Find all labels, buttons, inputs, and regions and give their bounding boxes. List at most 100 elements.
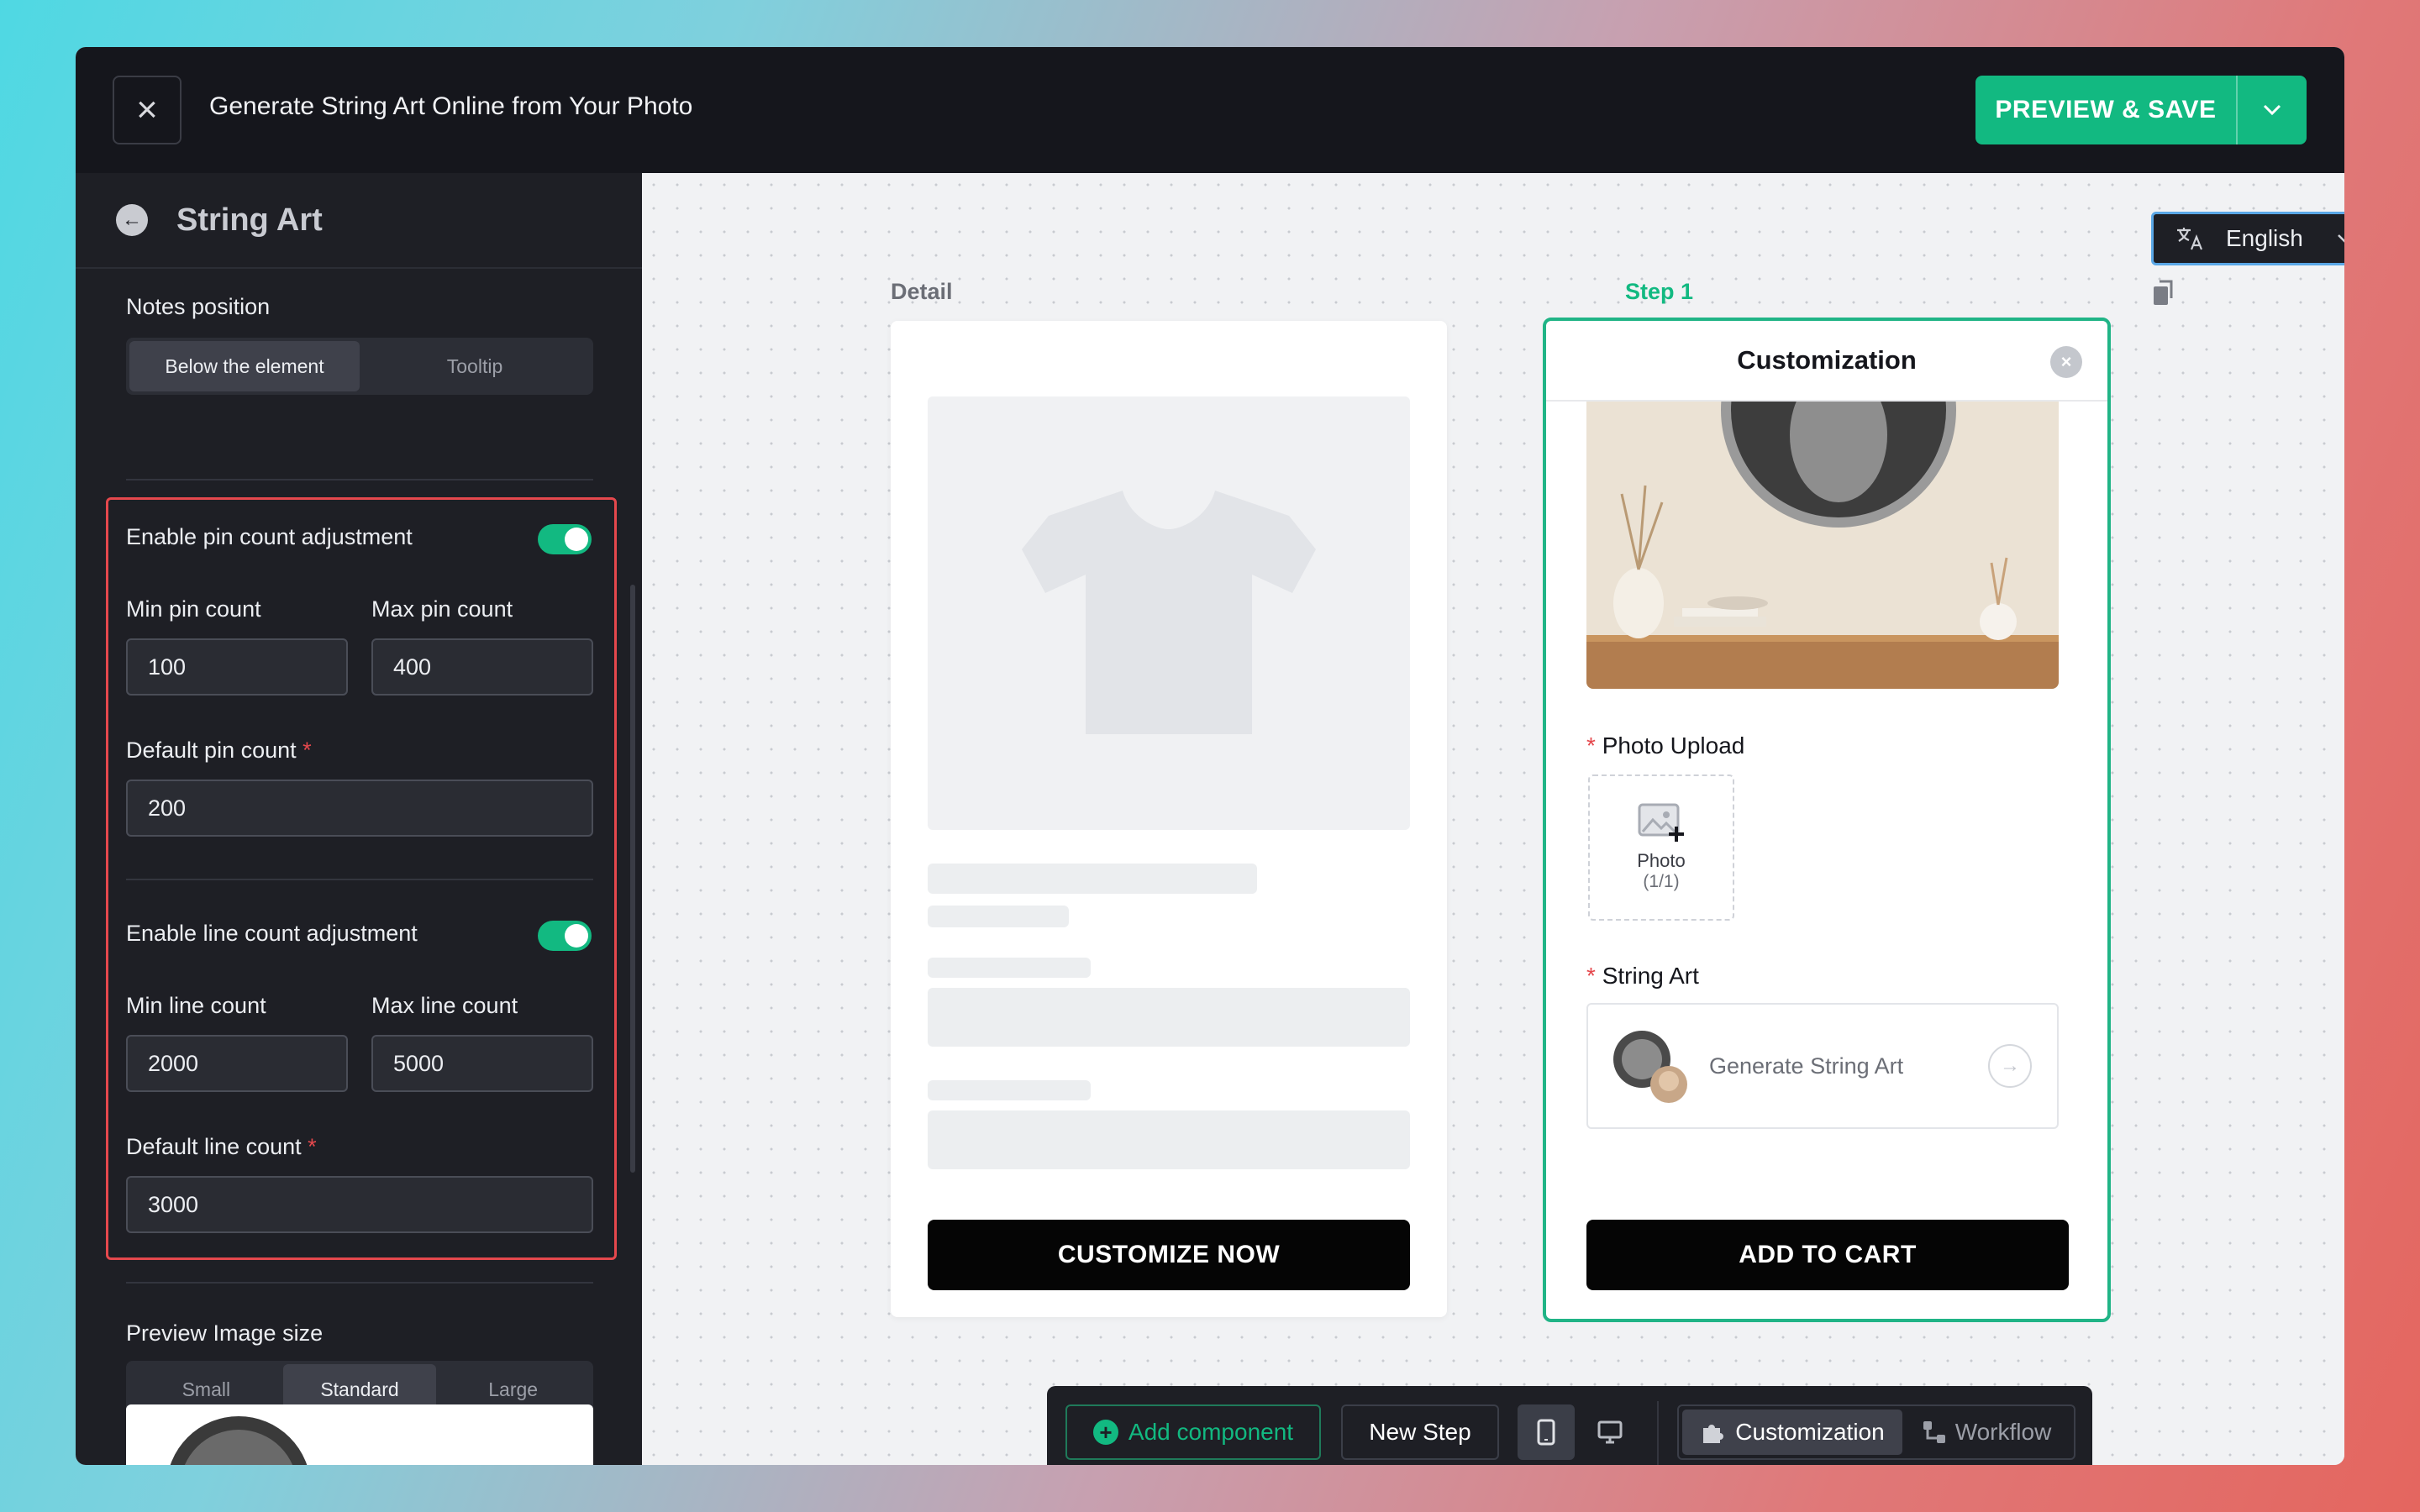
- generate-string-art-button[interactable]: Generate String Art →: [1586, 1003, 2059, 1129]
- required-mark: *: [308, 1134, 317, 1159]
- sidebar-title: String Art: [176, 202, 323, 238]
- preview-canvas: English Detail Step 1 CUSTOMIZE NOW Cust…: [642, 173, 2344, 1465]
- photo-upload-tile[interactable]: Photo (1/1): [1588, 774, 1734, 921]
- divider: [126, 879, 593, 880]
- plus-circle-icon: +: [1092, 1420, 1118, 1445]
- string-art-label: * String Art: [1586, 963, 1699, 990]
- save-options-dropdown[interactable]: [2236, 76, 2307, 144]
- skeleton-line: [928, 958, 1091, 978]
- default-pin-input[interactable]: 200: [126, 780, 593, 837]
- room-scene-illustration: [1586, 402, 2059, 689]
- line-count-toggle[interactable]: [538, 921, 592, 951]
- add-component-label: Add component: [1128, 1419, 1294, 1445]
- pin-toggle-label: Enable pin count adjustment: [126, 524, 413, 549]
- default-line-label: Default line count *: [126, 1134, 317, 1160]
- skeleton-line: [928, 864, 1257, 894]
- customization-tab[interactable]: Customization: [1682, 1410, 1902, 1455]
- product-image-placeholder: [928, 396, 1410, 830]
- mobile-view-button[interactable]: [1518, 1404, 1575, 1460]
- photo-tile-label: Photo: [1637, 850, 1686, 871]
- required-mark: *: [1586, 732, 1596, 759]
- divider: [126, 479, 593, 480]
- sidebar-header: ← String Art: [76, 173, 642, 269]
- detail-preview-card[interactable]: CUSTOMIZE NOW: [891, 321, 1447, 1317]
- default-pin-label-text: Default pin count: [126, 738, 297, 763]
- page-title: Generate String Art Online from Your Pho…: [209, 92, 693, 120]
- tshirt-icon: [1022, 491, 1316, 734]
- skeleton-input: [928, 988, 1410, 1047]
- desktop-icon: [1597, 1420, 1623, 1444]
- required-mark: *: [302, 738, 312, 763]
- chevron-down-icon: [2263, 104, 2281, 116]
- new-step-button[interactable]: New Step: [1341, 1404, 1499, 1460]
- puzzle-icon: [1703, 1425, 1724, 1443]
- top-bar: × Generate String Art Online from Your P…: [76, 47, 2344, 173]
- string-art-product-image: [1586, 402, 2059, 689]
- string-art-avatar-icon: [1613, 1031, 1687, 1103]
- customization-header: Customization ×: [1546, 321, 2107, 402]
- view-mode-segmented: Customization Workflow: [1677, 1404, 2075, 1460]
- detail-label: Detail: [891, 279, 953, 304]
- pin-count-toggle[interactable]: [538, 524, 592, 554]
- string-art-thumbnail-image: [170, 1416, 308, 1465]
- workflow-tab[interactable]: Workflow: [1902, 1410, 2070, 1455]
- min-line-label: Min line count: [126, 993, 266, 1018]
- desktop-view-button[interactable]: [1581, 1404, 1639, 1460]
- toolbar-divider: [1657, 1401, 1659, 1465]
- close-button[interactable]: ×: [113, 76, 182, 144]
- customization-title: Customization: [1737, 345, 1917, 375]
- max-pin-label: Max pin count: [371, 596, 513, 622]
- option-below-element[interactable]: Below the element: [129, 341, 360, 391]
- app-window: × Generate String Art Online from Your P…: [76, 47, 2344, 1465]
- notes-position-label: Notes position: [126, 294, 271, 319]
- skeleton-input: [928, 1110, 1410, 1169]
- preview-save-button[interactable]: PREVIEW & SAVE: [1975, 76, 2307, 144]
- settings-sidebar: ← String Art Notes position Below the el…: [76, 173, 642, 1465]
- photo-tile-count: (1/1): [1643, 872, 1680, 891]
- customization-tab-label: Customization: [1735, 1419, 1885, 1445]
- divider: [126, 1282, 593, 1284]
- min-line-input[interactable]: 2000: [126, 1035, 348, 1092]
- photo-upload-label: * Photo Upload: [1586, 732, 1744, 759]
- min-pin-label: Min pin count: [126, 596, 261, 622]
- step-1-card[interactable]: Customization × * Photo Upload Photo (1/…: [1543, 318, 2111, 1322]
- language-select[interactable]: English: [2151, 212, 2344, 265]
- skeleton-line: [928, 906, 1069, 927]
- preview-save-label: PREVIEW & SAVE: [1995, 96, 2217, 123]
- add-to-cart-button[interactable]: ADD TO CART: [1586, 1220, 2069, 1290]
- default-pin-label: Default pin count *: [126, 738, 312, 764]
- notes-position-segmented: Below the element Tooltip: [126, 338, 593, 395]
- mobile-icon: [1537, 1419, 1555, 1446]
- language-value: English: [2226, 225, 2303, 251]
- max-line-input[interactable]: 5000: [371, 1035, 593, 1092]
- add-image-icon: [1638, 803, 1684, 842]
- arrow-right-icon: →: [1988, 1044, 2032, 1088]
- sidebar-scrollbar[interactable]: [630, 585, 635, 1173]
- workflow-icon: [1923, 1421, 1945, 1443]
- preview-size-label: Preview Image size: [126, 1320, 324, 1346]
- preview-image-thumbnail: [126, 1404, 593, 1465]
- default-line-label-text: Default line count: [126, 1134, 302, 1159]
- workflow-tab-label: Workflow: [1954, 1419, 2052, 1445]
- customize-now-button[interactable]: CUSTOMIZE NOW: [928, 1220, 1410, 1290]
- option-tooltip[interactable]: Tooltip: [360, 341, 590, 391]
- chevron-down-icon: [2338, 234, 2344, 243]
- line-toggle-label: Enable line count adjustment: [126, 921, 418, 946]
- skeleton-line: [928, 1080, 1091, 1100]
- bottom-toolbar: + Add component New Step Customization W…: [1047, 1386, 2092, 1465]
- back-arrow-icon[interactable]: ←: [116, 204, 148, 236]
- generate-string-art-label: Generate String Art: [1709, 1053, 1904, 1079]
- close-icon: ×: [136, 89, 158, 130]
- min-pin-input[interactable]: 100: [126, 638, 348, 696]
- copy-icon[interactable]: [2151, 279, 2176, 307]
- step-label: Step 1: [1625, 279, 1694, 304]
- translate-icon: [2177, 228, 2203, 250]
- photo-upload-label-text: Photo Upload: [1602, 732, 1745, 759]
- default-line-input[interactable]: 3000: [126, 1176, 593, 1233]
- required-mark: *: [1586, 963, 1596, 989]
- close-circle-icon[interactable]: ×: [2050, 346, 2082, 378]
- add-component-button[interactable]: + Add component: [1065, 1404, 1321, 1460]
- max-line-label: Max line count: [371, 993, 518, 1018]
- max-pin-input[interactable]: 400: [371, 638, 593, 696]
- string-art-label-text: String Art: [1602, 963, 1699, 989]
